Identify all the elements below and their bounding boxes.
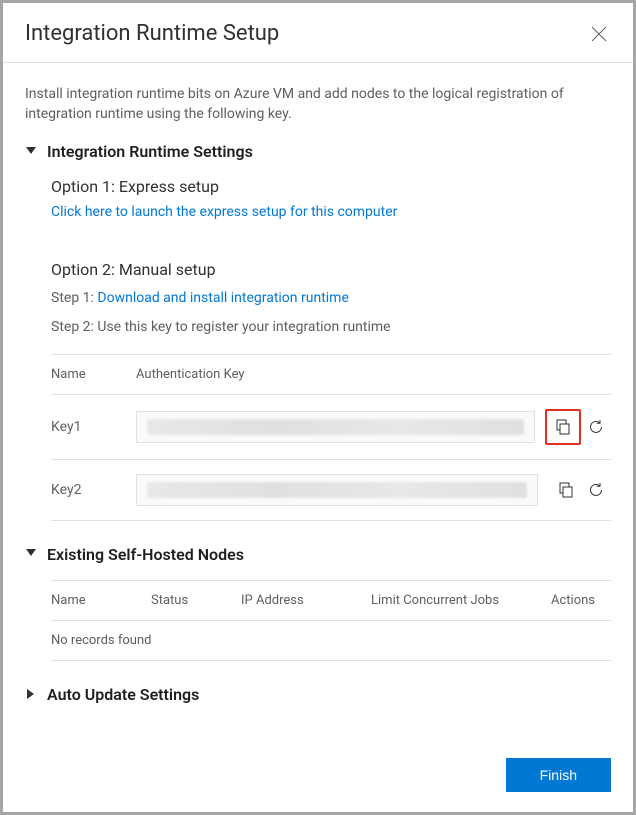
section-toggle-settings[interactable]: Integration Runtime Settings <box>25 142 611 161</box>
refresh-icon <box>588 419 604 435</box>
redacted-key <box>147 482 527 498</box>
nodes-col-jobs: Limit Concurrent Jobs <box>371 593 551 608</box>
copy-key1-button[interactable] <box>548 412 578 442</box>
copy-icon <box>555 419 571 435</box>
key1-value-field[interactable] <box>136 411 535 443</box>
express-setup-link[interactable]: Click here to launch the express setup f… <box>51 204 611 220</box>
caret-down-icon <box>25 549 37 559</box>
key-row: Key1 <box>51 395 611 460</box>
close-button[interactable] <box>587 22 611 46</box>
section-title-settings: Integration Runtime Settings <box>47 142 253 161</box>
keys-header-name: Name <box>51 367 136 382</box>
step2-text: Step 2: Use this key to register your in… <box>51 316 611 338</box>
refresh-key1-button[interactable] <box>581 412 611 442</box>
copy-icon <box>558 482 574 498</box>
nodes-empty: No records found <box>51 633 151 648</box>
key2-name: Key2 <box>51 482 136 498</box>
refresh-key2-button[interactable] <box>581 475 611 505</box>
finish-button[interactable]: Finish <box>506 758 611 792</box>
key2-value-field[interactable] <box>136 474 538 506</box>
option1-title: Option 1: Express setup <box>51 177 611 196</box>
redacted-key <box>147 419 524 435</box>
refresh-icon <box>588 482 604 498</box>
nodes-col-ip: IP Address <box>241 593 371 608</box>
section-toggle-nodes[interactable]: Existing Self-Hosted Nodes <box>25 545 611 564</box>
nodes-col-actions: Actions <box>551 593 611 608</box>
key1-name: Key1 <box>51 419 136 435</box>
option2-title: Option 2: Manual setup <box>51 260 611 279</box>
copy-key2-button[interactable] <box>551 475 581 505</box>
download-runtime-link[interactable]: Download and install integration runtime <box>97 290 349 306</box>
nodes-col-status: Status <box>151 593 241 608</box>
section-title-nodes: Existing Self-Hosted Nodes <box>47 545 244 564</box>
section-title-auto-update: Auto Update Settings <box>47 685 199 704</box>
keys-header-key: Authentication Key <box>136 367 611 382</box>
caret-down-icon <box>25 147 37 157</box>
close-icon <box>591 26 607 42</box>
dialog-title: Integration Runtime Setup <box>25 21 279 46</box>
section-toggle-auto-update[interactable]: Auto Update Settings <box>25 685 611 704</box>
step1-prefix: Step 1: <box>51 290 97 306</box>
key-row: Key2 <box>51 460 611 521</box>
nodes-col-name: Name <box>51 593 151 608</box>
dialog-description: Install integration runtime bits on Azur… <box>25 85 611 124</box>
caret-right-icon <box>25 689 37 699</box>
